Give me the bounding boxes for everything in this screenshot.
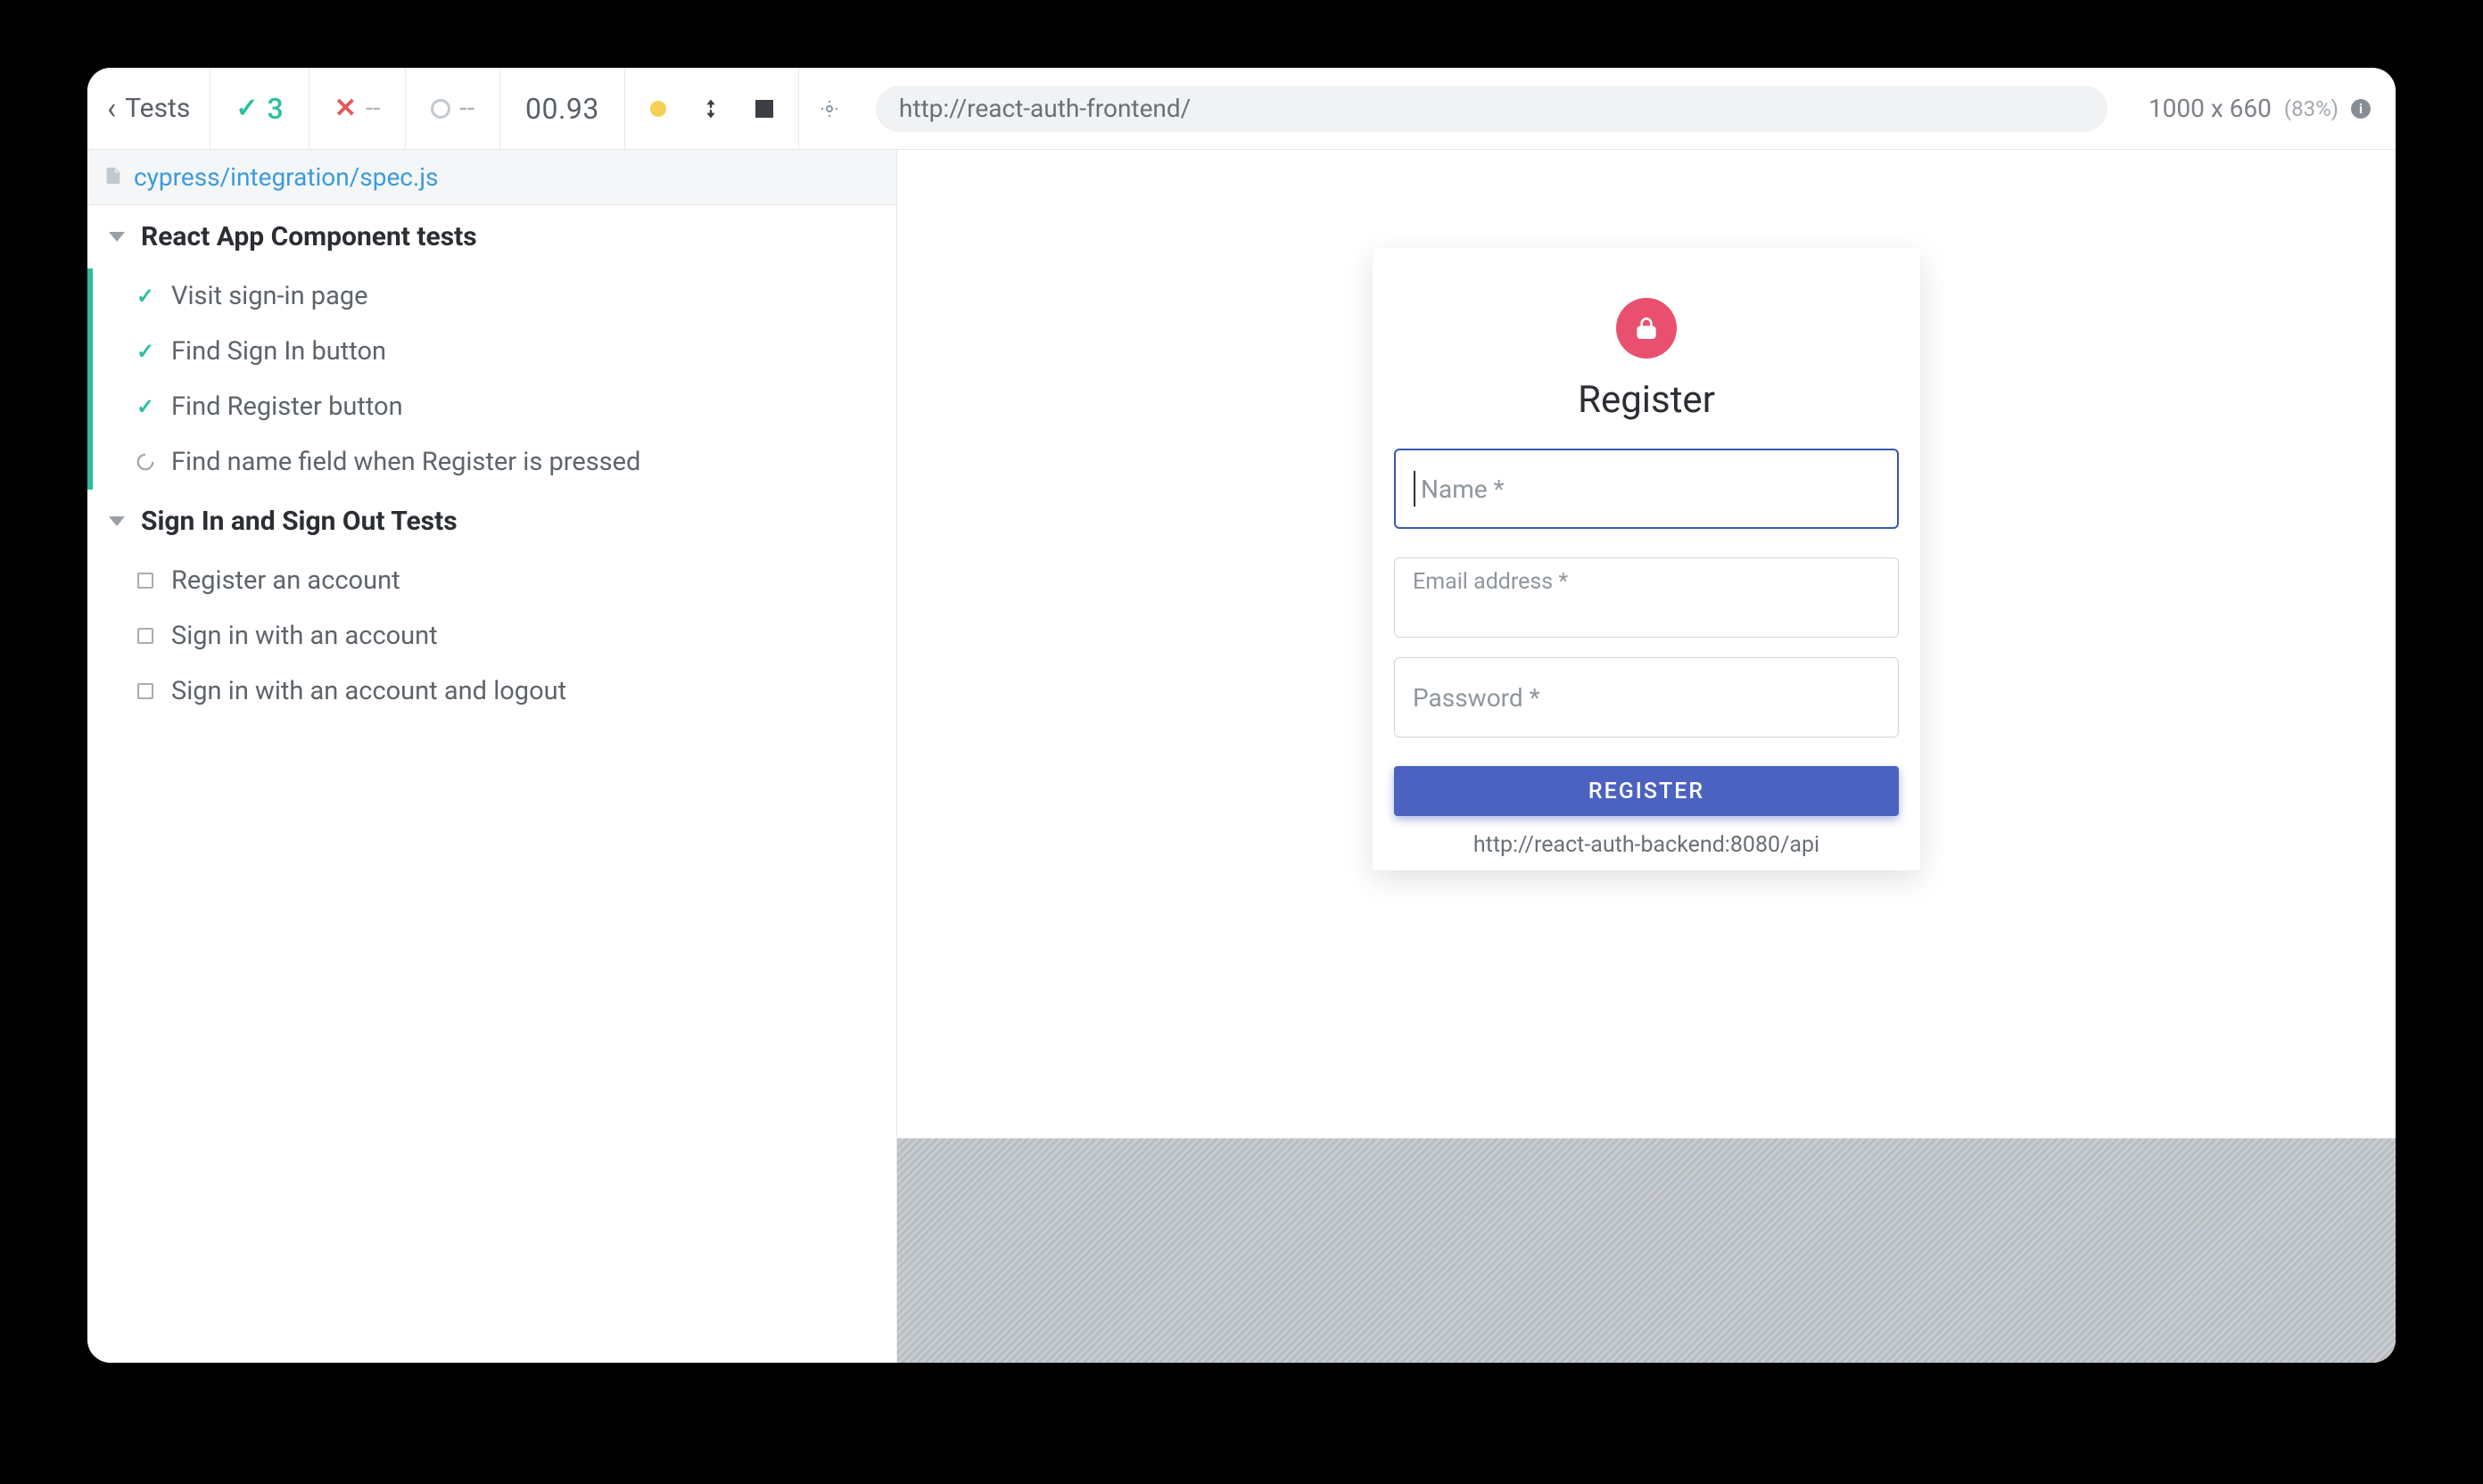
pending-box-icon [134,683,157,699]
register-button[interactable]: REGISTER [1394,766,1899,816]
x-icon: ✕ [334,93,357,124]
auto-scroll-icon[interactable] [698,96,723,121]
test-row[interactable]: ✓ Find Sign In button [87,324,896,379]
reporter-panel: cypress/integration/spec.js React App Co… [87,150,897,1363]
selector-playground-button[interactable] [799,68,860,149]
spec-path: cypress/integration/spec.js [134,162,439,192]
suite-header[interactable]: React App Component tests [87,205,896,268]
test-title: Find Sign In button [171,336,386,367]
pending-count: -- [459,93,474,124]
fail-counter: ✕ -- [309,68,407,149]
viewport-info[interactable]: 1000 x 660 (83%) i [2124,68,2396,149]
viewport-dimensions: 1000 x 660 [2149,94,2272,123]
card-title: Register [1578,378,1715,422]
url-value: http://react-auth-frontend/ [899,94,1191,123]
register-button-label: REGISTER [1588,779,1704,804]
stop-icon[interactable] [755,100,773,118]
pass-counter: ✓ 3 [210,68,309,149]
timer-value: 00.93 [525,92,599,126]
test-row[interactable]: ✓ Find Register button [87,379,896,434]
tests-back-label: Tests [125,93,190,124]
runner-controls [625,68,799,149]
info-icon: i [2351,99,2371,119]
pending-counter: -- [406,68,500,149]
viewport-scale: (83%) [2284,96,2339,121]
api-url-text: http://react-auth-backend:8080/api [1473,832,1819,858]
pass-count: 3 [268,92,284,126]
email-field[interactable]: Email address * [1394,557,1899,638]
test-row[interactable]: Register an account [87,553,896,608]
check-icon: ✓ [134,339,157,364]
pending-box-icon [134,573,157,589]
text-cursor [1414,471,1415,507]
spec-header[interactable]: cypress/integration/spec.js [87,150,896,205]
url-bar: http://react-auth-frontend/ [860,68,2124,149]
suite-header[interactable]: Sign In and Sign Out Tests [87,490,896,553]
cypress-window: ‹ Tests ✓ 3 ✕ -- -- 00.93 [87,68,2396,1363]
test-title: Sign in with an account [171,621,438,651]
test-row[interactable]: Sign in with an account [87,608,896,664]
preview-stage: Register Name * Email address * Password… [897,150,2396,1138]
test-list: Register an account Sign in with an acco… [87,553,896,719]
caret-down-icon [109,516,125,526]
spinner-icon [134,452,157,472]
email-label: Email address * [1413,569,1568,595]
test-title: Find name field when Register is pressed [171,447,640,477]
suite-title: React App Component tests [141,221,477,252]
snapshot-indicator-icon[interactable] [650,101,666,117]
test-title: Find Register button [171,392,403,422]
test-title: Register an account [171,565,400,596]
lock-icon [1632,314,1661,342]
test-row[interactable]: Sign in with an account and logout [87,664,896,719]
url-input[interactable]: http://react-auth-frontend/ [876,86,2108,132]
password-label: Password * [1413,683,1540,713]
test-row[interactable]: ✓ Visit sign-in page [87,268,896,324]
file-icon [103,164,123,191]
test-title: Sign in with an account and logout [171,676,566,706]
circle-icon [431,99,450,119]
lock-avatar [1616,298,1677,359]
check-icon: ✓ [134,394,157,419]
check-icon: ✓ [134,284,157,309]
test-list: ✓ Visit sign-in page ✓ Find Sign In butt… [87,268,896,490]
register-card: Register Name * Email address * Password… [1373,248,1920,870]
test-title: Visit sign-in page [171,281,368,311]
main-split: cypress/integration/spec.js React App Co… [87,150,2396,1363]
caret-down-icon [109,232,125,242]
name-field[interactable]: Name * [1394,449,1899,529]
name-placeholder: Name * [1421,474,1505,504]
tests-back-button[interactable]: ‹ Tests [87,68,210,149]
check-icon: ✓ [235,93,258,124]
app-preview: Register Name * Email address * Password… [897,150,2396,1363]
preview-overflow-area [897,1138,2396,1363]
timer: 00.93 [500,68,625,149]
pending-box-icon [134,628,157,644]
fail-count: -- [366,93,381,124]
password-field[interactable]: Password * [1394,657,1899,738]
chevron-left-icon: ‹ [107,91,116,127]
suite-title: Sign In and Sign Out Tests [141,506,458,537]
test-row[interactable]: Find name field when Register is pressed [87,434,896,490]
topbar: ‹ Tests ✓ 3 ✕ -- -- 00.93 [87,68,2396,150]
